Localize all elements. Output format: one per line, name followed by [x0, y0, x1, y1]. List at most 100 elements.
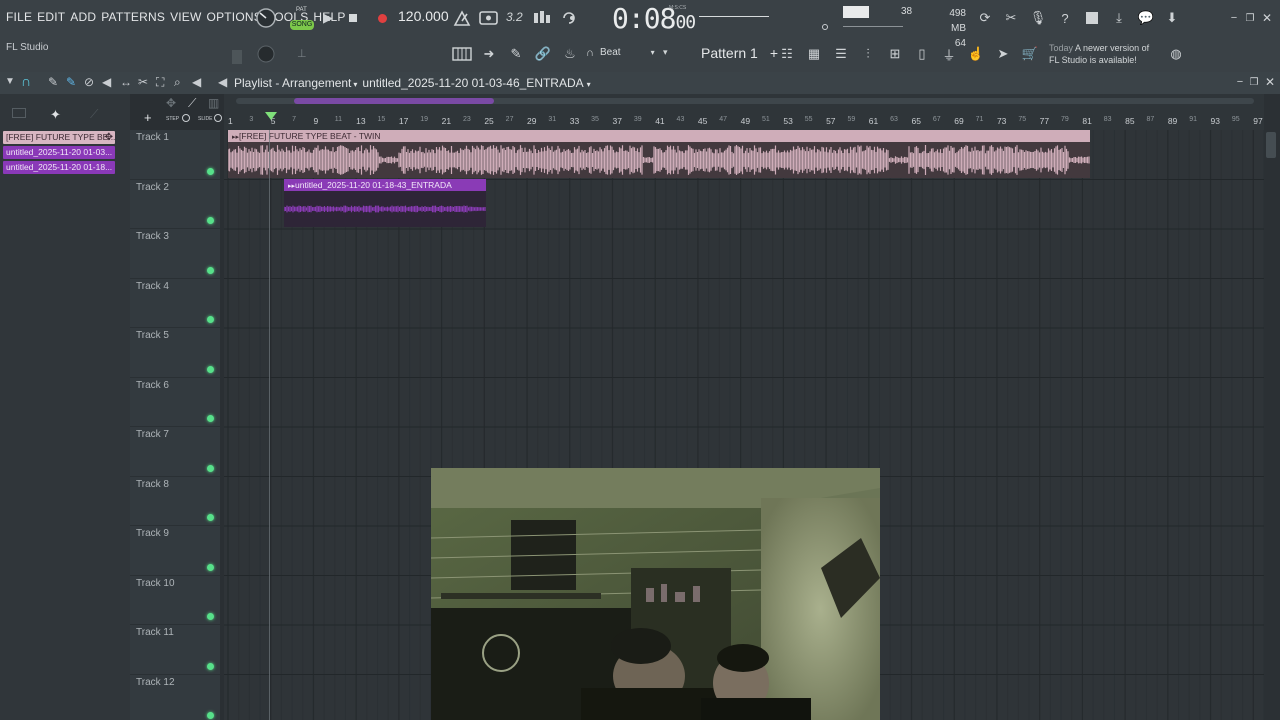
pattern-view-icon[interactable]: ▥: [208, 96, 219, 110]
track-mute-led[interactable]: [207, 464, 214, 472]
step-edit-icon[interactable]: [533, 10, 553, 26]
track-mute-led[interactable]: [207, 217, 214, 224]
master-pitch-knob[interactable]: [256, 44, 276, 64]
vertical-scrollbar[interactable]: [1264, 94, 1280, 720]
track-header[interactable]: Track 12: [130, 675, 220, 720]
download-button[interactable]: ⬇: [1162, 8, 1182, 28]
marketplace-button[interactable]: ➤: [993, 44, 1013, 64]
pat-mode-label[interactable]: PAT: [296, 7, 307, 13]
playhead-marker-icon[interactable]: [264, 110, 278, 124]
touch-controller-button[interactable]: ☝: [966, 44, 986, 64]
channel-rack-button[interactable]: ▦: [804, 44, 824, 64]
waveform-icon[interactable]: ✦: [50, 107, 61, 123]
move-icon[interactable]: ✥: [166, 96, 176, 110]
loop-record-icon[interactable]: [560, 10, 580, 26]
mixer-button[interactable]: ☰: [831, 44, 851, 64]
slip-tool-icon[interactable]: ↔: [120, 75, 132, 89]
snap-selector[interactable]: Beat ▾: [600, 47, 655, 58]
track-header[interactable]: Track 2: [130, 180, 220, 229]
playlist-options-icon[interactable]: ▼: [5, 76, 15, 87]
vertical-scroll-thumb[interactable]: [1266, 132, 1276, 158]
track-mute-led[interactable]: [207, 167, 214, 175]
tempo-display[interactable]: 120.000: [398, 8, 449, 24]
pencil-tool-icon[interactable]: ✎: [48, 75, 58, 89]
play-button[interactable]: ▶: [318, 8, 338, 28]
master-volume-knob[interactable]: [255, 7, 277, 29]
track-mute-led[interactable]: [207, 266, 214, 274]
cart-button[interactable]: 🛒: [1020, 44, 1040, 64]
cut-tool-button[interactable]: ✂: [1001, 8, 1021, 28]
magnet-icon[interactable]: ∩: [586, 47, 594, 59]
zoom-tool-icon[interactable]: ⌕: [174, 75, 181, 90]
track-mute-led[interactable]: [207, 415, 214, 422]
paint-tool-icon[interactable]: ✎: [66, 75, 76, 89]
track-header[interactable]: Track 9: [130, 526, 220, 576]
stamp-tool-button[interactable]: ♨: [560, 44, 580, 64]
link-button[interactable]: 🔗: [533, 44, 553, 64]
menu-options[interactable]: OPTIONS: [207, 10, 262, 24]
picker-clip-audio-1[interactable]: [FREE] FUTURE TYPE BE... ✥: [3, 131, 115, 144]
track-header[interactable]: Track 7: [130, 427, 220, 477]
add-track-button[interactable]: +: [144, 110, 152, 125]
undo-history-button[interactable]: ⟳: [975, 8, 995, 28]
pattern-selector[interactable]: Pattern 1 +: [701, 45, 778, 61]
menu-view[interactable]: VIEW: [170, 10, 201, 24]
picker-clip-audio-2[interactable]: untitled_2025-11-20 01-03...: [3, 146, 115, 159]
step-toggle[interactable]: [182, 114, 190, 122]
draw-mode-icon[interactable]: ⟋: [188, 96, 196, 111]
song-position-slider[interactable]: [699, 16, 769, 17]
stop-button[interactable]: [343, 8, 363, 28]
track-mute-led[interactable]: [207, 662, 214, 670]
slide-toggle[interactable]: [214, 114, 222, 122]
plugin-picker-button[interactable]: ⏚: [939, 44, 959, 64]
metronome-icon[interactable]: [452, 9, 472, 27]
track-header[interactable]: Track 1: [130, 130, 220, 180]
playback-tool-icon[interactable]: ◀: [192, 75, 201, 89]
select-tool-icon[interactable]: ⛶: [156, 75, 164, 90]
track-header[interactable]: Track 8: [130, 477, 220, 526]
pin-icon[interactable]: ⊥: [297, 47, 307, 60]
news-panel[interactable]: Today A newer version of FL Studio is ava…: [1049, 42, 1149, 66]
playlist-button[interactable]: ☷: [777, 44, 797, 64]
track-header[interactable]: Track 11: [130, 625, 220, 675]
channel-settings-button[interactable]: ⫶: [858, 44, 878, 64]
song-mode-toggle[interactable]: SONG: [290, 20, 314, 30]
automation-icon[interactable]: ⟋: [90, 107, 98, 122]
pattern-chevron-icon[interactable]: ▾: [663, 47, 668, 58]
countdown-display[interactable]: 3.2: [506, 10, 523, 24]
audio-clip-entrada[interactable]: ▸▸untitled_2025-11-20 01-18-43_ENTRADA: [284, 179, 486, 227]
track-mute-led[interactable]: [207, 514, 214, 521]
picker-view-icon[interactable]: [12, 108, 26, 118]
track-header[interactable]: Track 10: [130, 576, 220, 625]
track-mute-led[interactable]: [207, 563, 214, 571]
track-mute-led[interactable]: [207, 365, 214, 373]
track-mute-led[interactable]: [207, 613, 214, 620]
wait-for-input-icon[interactable]: [479, 10, 499, 26]
audio-clip-beat[interactable]: ▸▸[FREE] FUTURE TYPE BEAT - TWIN: [228, 130, 1090, 178]
picker-clip-audio-3[interactable]: untitled_2025-11-20 01-18...: [3, 161, 115, 174]
record-button[interactable]: [372, 8, 392, 28]
browser-button[interactable]: ⊞: [885, 44, 905, 64]
globe-button[interactable]: ◍: [1166, 44, 1186, 64]
menu-add[interactable]: ADD: [70, 10, 96, 24]
audio-input-button[interactable]: 🎙: [1028, 8, 1048, 28]
speaker-icon[interactable]: ◀: [218, 75, 227, 89]
close-button[interactable]: ✕: [1257, 8, 1277, 28]
draw-tool-button[interactable]: ✎: [506, 44, 526, 64]
chat-button[interactable]: 💬: [1136, 8, 1156, 28]
track-header[interactable]: Track 6: [130, 378, 220, 427]
track-mute-led[interactable]: [207, 712, 214, 719]
delete-tool-icon[interactable]: ⊘: [84, 75, 94, 89]
horizontal-scroll-thumb[interactable]: [294, 98, 494, 104]
step-sequencer-button[interactable]: ➜: [479, 44, 499, 64]
track-header[interactable]: Track 5: [130, 328, 220, 378]
piano-roll-icon[interactable]: [452, 46, 472, 62]
track-mute-led[interactable]: [207, 316, 214, 323]
menu-edit[interactable]: EDIT: [37, 10, 65, 24]
track-header[interactable]: Track 3: [130, 229, 220, 279]
slice-tool-icon[interactable]: ✂: [138, 75, 148, 89]
snap-magnet-icon[interactable]: ∩: [21, 73, 31, 89]
menu-file[interactable]: FILE: [6, 10, 32, 24]
help-button[interactable]: ?: [1055, 8, 1075, 28]
playlist-title[interactable]: Playlist - Arrangement ▾ untitled_2025-11-…: [234, 76, 591, 90]
